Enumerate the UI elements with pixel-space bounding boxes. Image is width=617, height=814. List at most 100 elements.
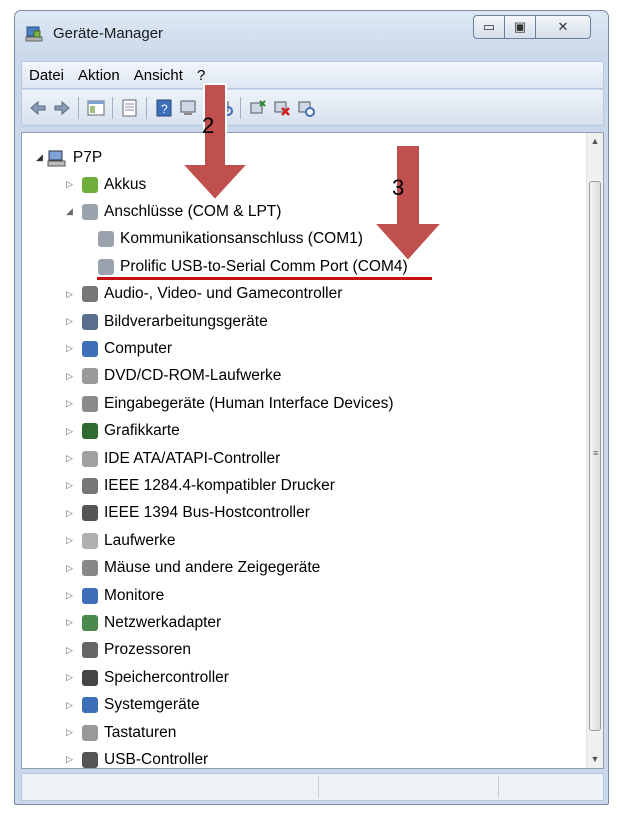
menu-help[interactable]: ?	[190, 67, 212, 84]
device-tree[interactable]: ◢ P7P ▷ Akkus ◢ Anschlüsse (COM & LPT) Kommu…	[21, 132, 604, 769]
optical-drive-icon	[82, 368, 98, 385]
show-hide-console-tree-icon[interactable]	[86, 98, 106, 118]
tree-category[interactable]: ▷ Grafikkarte	[66, 418, 180, 445]
expand-icon[interactable]: ▷	[66, 672, 76, 683]
tree-category[interactable]: ▷ IDE ATA/ATAPI-Controller	[66, 445, 280, 472]
window-title: Geräte-Manager	[53, 25, 164, 42]
printer-icon	[82, 477, 98, 494]
hid-icon	[82, 395, 98, 412]
menu-aktion[interactable]: Aktion	[71, 67, 127, 84]
expand-icon[interactable]: ▷	[66, 590, 76, 601]
expand-icon[interactable]: ▷	[66, 426, 76, 437]
menu-ansicht[interactable]: Ansicht	[127, 67, 190, 84]
tree-category[interactable]: ▷ Akkus	[66, 171, 146, 198]
expand-icon[interactable]: ▷	[66, 343, 76, 354]
expand-icon[interactable]: ▷	[66, 754, 76, 765]
tree-device-label: Kommunikationsanschluss (COM1)	[120, 230, 363, 248]
tree-category[interactable]: ▷ Eingabegeräte (Human Interface Devices)	[66, 390, 393, 417]
collapse-icon[interactable]: ◢	[66, 206, 76, 217]
scroll-thumb[interactable]: ≡	[589, 181, 601, 731]
tree-category[interactable]: ◢ Anschlüsse (COM & LPT)	[66, 198, 281, 225]
tree-category[interactable]: ▷ Tastaturen	[66, 719, 176, 746]
firewire-icon	[82, 505, 98, 522]
forward-icon[interactable]	[52, 98, 72, 118]
tree-category[interactable]: ▷ Mäuse und andere Zeigegeräte	[66, 555, 320, 582]
tree-category-label: Bildverarbeitungsgeräte	[104, 312, 268, 330]
tree-category-label: Anschlüsse (COM & LPT)	[104, 202, 282, 220]
tree-category-label: Netzwerkadapter	[104, 613, 222, 631]
keyboard-icon	[82, 724, 98, 741]
computer-icon	[82, 340, 98, 357]
expand-icon[interactable]: ▷	[66, 316, 76, 327]
expand-icon[interactable]: ▷	[66, 398, 76, 409]
device-manager-icon	[25, 26, 43, 42]
tree-category-label: Monitore	[104, 586, 165, 604]
tree-category-label: Laufwerke	[104, 531, 176, 549]
tree-category[interactable]: ▷ Speichercontroller	[66, 664, 229, 691]
expand-icon[interactable]: ▷	[66, 645, 76, 656]
expand-icon[interactable]: ▷	[66, 480, 76, 491]
tree-category-label: Tastaturen	[104, 723, 177, 741]
tree-category[interactable]: ▷ IEEE 1394 Bus-Hostcontroller	[66, 500, 310, 527]
uninstall-device-icon[interactable]	[248, 98, 268, 118]
maximize-button[interactable]: ▣	[504, 15, 536, 39]
tree-category-label: IEEE 1394 Bus-Hostcontroller	[104, 504, 310, 522]
port-icon	[98, 231, 114, 248]
tree-category[interactable]: ▷ Laufwerke	[66, 527, 176, 554]
processor-icon	[82, 642, 98, 659]
tree-category[interactable]: ▷ Prozessoren	[66, 637, 191, 664]
title-bar[interactable]: Geräte-Manager ▭ ▣ ✕	[15, 11, 608, 57]
svg-text:?: ?	[161, 102, 168, 116]
expand-icon[interactable]: ▷	[66, 289, 76, 300]
port-icon	[98, 258, 114, 275]
expand-icon[interactable]: ▷	[66, 508, 76, 519]
tree-root[interactable]: ◢ P7P	[36, 144, 102, 171]
tree-category[interactable]: ▷ DVD/CD-ROM-Laufwerke	[66, 363, 281, 390]
enable-device-icon[interactable]	[296, 98, 316, 118]
tree-category[interactable]: ▷ Audio-, Video- und Gamecontroller	[66, 281, 342, 308]
close-button[interactable]: ✕	[535, 15, 591, 39]
minimize-button[interactable]: ▭	[473, 15, 505, 39]
expand-icon[interactable]: ▷	[66, 179, 76, 190]
tree-category-label: USB-Controller	[104, 750, 209, 768]
tree-category[interactable]: ▷ Systemgeräte	[66, 692, 200, 719]
tree-category[interactable]: ▷ Bildverarbeitungsgeräte	[66, 308, 268, 335]
scroll-down-arrow[interactable]: ▼	[587, 751, 603, 768]
expand-icon[interactable]: ▷	[66, 563, 76, 574]
status-bar	[21, 773, 604, 801]
tree-category[interactable]: ▷ Computer	[66, 335, 172, 362]
properties-icon[interactable]	[120, 98, 140, 118]
tree-category-label: Computer	[104, 339, 173, 357]
expand-icon[interactable]: ▷	[66, 727, 76, 738]
port-icon	[82, 203, 98, 220]
tree-category-label: Eingabegeräte (Human Interface Devices)	[104, 394, 394, 412]
tree-device[interactable]: Kommunikationsanschluss (COM1)	[98, 226, 363, 253]
help-icon[interactable]: ?	[154, 98, 174, 118]
expand-icon[interactable]: ▷	[66, 700, 76, 711]
tree-category[interactable]: ▷ USB-Controller	[66, 746, 209, 768]
annotation-label-2: 2	[202, 113, 215, 138]
expand-icon[interactable]: ▷	[66, 535, 76, 546]
display-adapter-icon	[82, 423, 98, 440]
scroll-up-arrow[interactable]: ▲	[587, 133, 603, 150]
system-devices-icon	[82, 697, 98, 714]
expand-icon[interactable]: ▷	[66, 371, 76, 382]
tree-device-label: Prolific USB-to-Serial Comm Port (COM4)	[120, 257, 408, 275]
collapse-icon[interactable]: ◢	[36, 152, 43, 163]
tree-category[interactable]: ▷ Netzwerkadapter	[66, 609, 221, 636]
tree-category[interactable]: ▷ IEEE 1284.4-kompatibler Drucker	[66, 472, 335, 499]
menu-datei[interactable]: Datei	[22, 67, 71, 84]
device-manager-window: Geräte-Manager ▭ ▣ ✕ Datei Aktion Ansich…	[14, 10, 609, 805]
vertical-scrollbar[interactable]: ▲ ≡ ▼	[586, 133, 603, 768]
battery-icon	[82, 176, 98, 193]
expand-icon[interactable]: ▷	[66, 453, 76, 464]
maximize-icon: ▣	[513, 19, 527, 34]
disk-drive-icon	[82, 532, 98, 549]
disable-device-icon[interactable]	[272, 98, 292, 118]
network-adapter-icon	[82, 614, 98, 631]
expand-icon[interactable]: ▷	[66, 617, 76, 628]
back-icon[interactable]	[28, 98, 48, 118]
scroll-grip-icon: ≡	[593, 448, 599, 458]
tree-root-label: P7P	[72, 148, 103, 166]
tree-category[interactable]: ▷ Monitore	[66, 582, 164, 609]
